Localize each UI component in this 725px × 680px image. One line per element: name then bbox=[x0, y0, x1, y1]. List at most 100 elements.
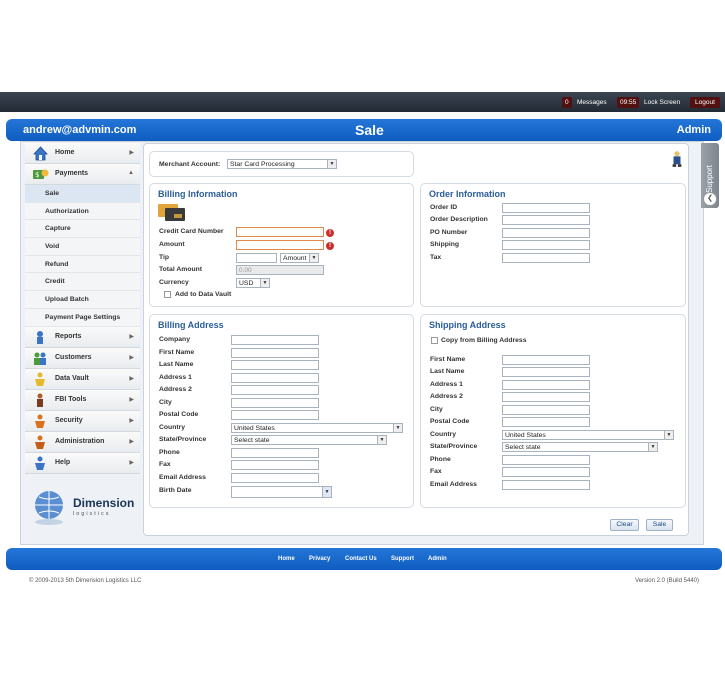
chevron-down-icon: ▼ bbox=[377, 436, 386, 444]
version-text: Version 2.0 (Build 5440) bbox=[634, 578, 699, 584]
ship-postal-code-input[interactable] bbox=[502, 417, 590, 427]
copy-billing-checkbox[interactable] bbox=[431, 337, 438, 344]
sidebar-sub-sale[interactable]: Sale bbox=[25, 185, 140, 203]
add-to-vault-checkbox[interactable] bbox=[164, 291, 171, 298]
sidebar-item-administration[interactable]: Administration ▶ bbox=[25, 431, 140, 453]
ship-phone-input[interactable] bbox=[502, 455, 590, 465]
footer-link-admin[interactable]: Admin bbox=[428, 556, 447, 562]
messages-link[interactable]: Messages bbox=[577, 97, 607, 108]
ship-fax-input[interactable] bbox=[502, 467, 590, 477]
sidebar-item-home[interactable]: Home ▶ bbox=[25, 143, 140, 164]
ship-email-input[interactable] bbox=[502, 480, 590, 490]
card-number-input[interactable] bbox=[236, 227, 324, 237]
phone-input[interactable] bbox=[231, 448, 319, 458]
total-amount-field: 0.00 bbox=[236, 265, 324, 275]
ship-first-name-input[interactable] bbox=[502, 355, 590, 365]
lock-screen-link[interactable]: Lock Screen bbox=[644, 97, 680, 108]
order-description-input[interactable] bbox=[502, 215, 590, 225]
chevron-down-icon: ▼ bbox=[648, 443, 657, 451]
ship-state-value: Select state bbox=[505, 444, 541, 451]
tax-input[interactable] bbox=[502, 253, 590, 263]
email-input[interactable] bbox=[231, 473, 319, 483]
sale-button[interactable]: Sale bbox=[646, 519, 673, 531]
sidebar-sub-credit[interactable]: Credit bbox=[25, 273, 140, 292]
address2-input[interactable] bbox=[231, 385, 319, 395]
sidebar-sub-label: Payment Page Settings bbox=[45, 313, 121, 321]
birth-date-picker[interactable]: ▼ bbox=[231, 486, 332, 498]
postal-code-input[interactable] bbox=[231, 410, 319, 420]
ship-fax-label: Fax bbox=[430, 468, 442, 475]
company-logo: Dimension logistics bbox=[31, 487, 134, 531]
state-select[interactable]: Select state ▼ bbox=[231, 435, 387, 445]
fax-input[interactable] bbox=[231, 460, 319, 470]
sidebar: Home ▶ $ Payments ▲ Sale Authorization C… bbox=[25, 143, 140, 474]
sidebar-sub-payment-page-settings[interactable]: Payment Page Settings bbox=[25, 308, 140, 327]
sidebar-item-payments[interactable]: $ Payments ▲ bbox=[25, 164, 140, 185]
sidebar-item-fbi-tools[interactable]: FBI Tools ▶ bbox=[25, 389, 140, 411]
currency-select[interactable]: USD ▼ bbox=[236, 278, 270, 288]
footer-link-home[interactable]: Home bbox=[278, 556, 295, 562]
address1-input[interactable] bbox=[231, 373, 319, 383]
country-label: Country bbox=[159, 424, 186, 431]
ship-address2-input[interactable] bbox=[502, 392, 590, 402]
po-number-label: PO Number bbox=[430, 229, 468, 236]
sidebar-item-reports[interactable]: Reports ▶ bbox=[25, 326, 140, 348]
country-value: United States bbox=[234, 425, 275, 432]
footer-link-contact[interactable]: Contact Us bbox=[345, 556, 377, 562]
last-name-input[interactable] bbox=[231, 360, 319, 370]
sidebar-item-label: Customers bbox=[55, 353, 92, 361]
sidebar-sub-label: Authorization bbox=[45, 207, 89, 215]
amount-input[interactable] bbox=[236, 240, 324, 250]
ship-address1-input[interactable] bbox=[502, 380, 590, 390]
clear-button[interactable]: Clear bbox=[610, 519, 639, 531]
user-agent-icon bbox=[672, 151, 682, 167]
footer-link-privacy[interactable]: Privacy bbox=[309, 556, 330, 562]
order-information-panel: Order Information Order ID Order Descrip… bbox=[420, 183, 686, 307]
shipping-input[interactable] bbox=[502, 240, 590, 250]
first-name-label: First Name bbox=[159, 349, 195, 356]
tip-input[interactable] bbox=[236, 253, 277, 263]
first-name-input[interactable] bbox=[231, 348, 319, 358]
tax-label: Tax bbox=[430, 254, 442, 261]
sidebar-item-data-vault[interactable]: Data Vault ▶ bbox=[25, 368, 140, 390]
ship-city-input[interactable] bbox=[502, 405, 590, 415]
message-count-badge[interactable]: 0 bbox=[562, 97, 572, 108]
sidebar-sub-capture[interactable]: Capture bbox=[25, 220, 140, 239]
security-icon bbox=[35, 414, 45, 428]
ship-state-select[interactable]: Select state ▼ bbox=[502, 442, 658, 452]
ship-last-name-input[interactable] bbox=[502, 367, 590, 377]
sidebar-sub-refund[interactable]: Refund bbox=[25, 255, 140, 274]
chevron-left-icon[interactable]: ❮ bbox=[703, 192, 717, 206]
data-vault-icon bbox=[35, 372, 45, 386]
billing-information-panel: Billing Information Credit Card Number !… bbox=[149, 183, 414, 307]
company-input[interactable] bbox=[231, 335, 319, 345]
ship-last-name-label: Last Name bbox=[430, 368, 465, 375]
chevron-right-icon: ▶ bbox=[129, 375, 134, 382]
sidebar-sub-void[interactable]: Void bbox=[25, 238, 140, 256]
sidebar-item-help[interactable]: Help ▶ bbox=[25, 452, 140, 474]
support-label: Support bbox=[705, 164, 714, 193]
shipping-address-title: Shipping Address bbox=[429, 320, 506, 330]
error-icon: ! bbox=[326, 242, 334, 250]
sidebar-item-security[interactable]: Security ▶ bbox=[25, 410, 140, 432]
administration-icon bbox=[35, 435, 45, 449]
chevron-down-icon: ▼ bbox=[664, 431, 673, 439]
logout-button[interactable]: Logout bbox=[690, 97, 720, 108]
sidebar-sub-upload-batch[interactable]: Upload Batch bbox=[25, 291, 140, 309]
home-icon bbox=[33, 146, 48, 161]
footer-link-support[interactable]: Support bbox=[391, 556, 414, 562]
order-id-input[interactable] bbox=[502, 203, 590, 213]
fbi-tools-icon bbox=[37, 393, 43, 407]
ship-country-select[interactable]: United States ▼ bbox=[502, 430, 674, 440]
po-number-input[interactable] bbox=[502, 228, 590, 238]
chevron-up-icon: ▲ bbox=[128, 170, 134, 176]
sidebar-sub-authorization[interactable]: Authorization bbox=[25, 202, 140, 221]
sidebar-item-customers[interactable]: Customers ▶ bbox=[25, 347, 140, 369]
tip-type-select[interactable]: Amount ▼ bbox=[280, 253, 319, 263]
ship-state-label: State/Province bbox=[430, 443, 478, 450]
city-input[interactable] bbox=[231, 398, 319, 408]
customers-icon bbox=[34, 352, 46, 365]
order-information-title: Order Information bbox=[429, 189, 506, 199]
merchant-select[interactable]: Star Card Processing ▼ bbox=[227, 159, 337, 169]
country-select[interactable]: United States ▼ bbox=[231, 423, 403, 433]
